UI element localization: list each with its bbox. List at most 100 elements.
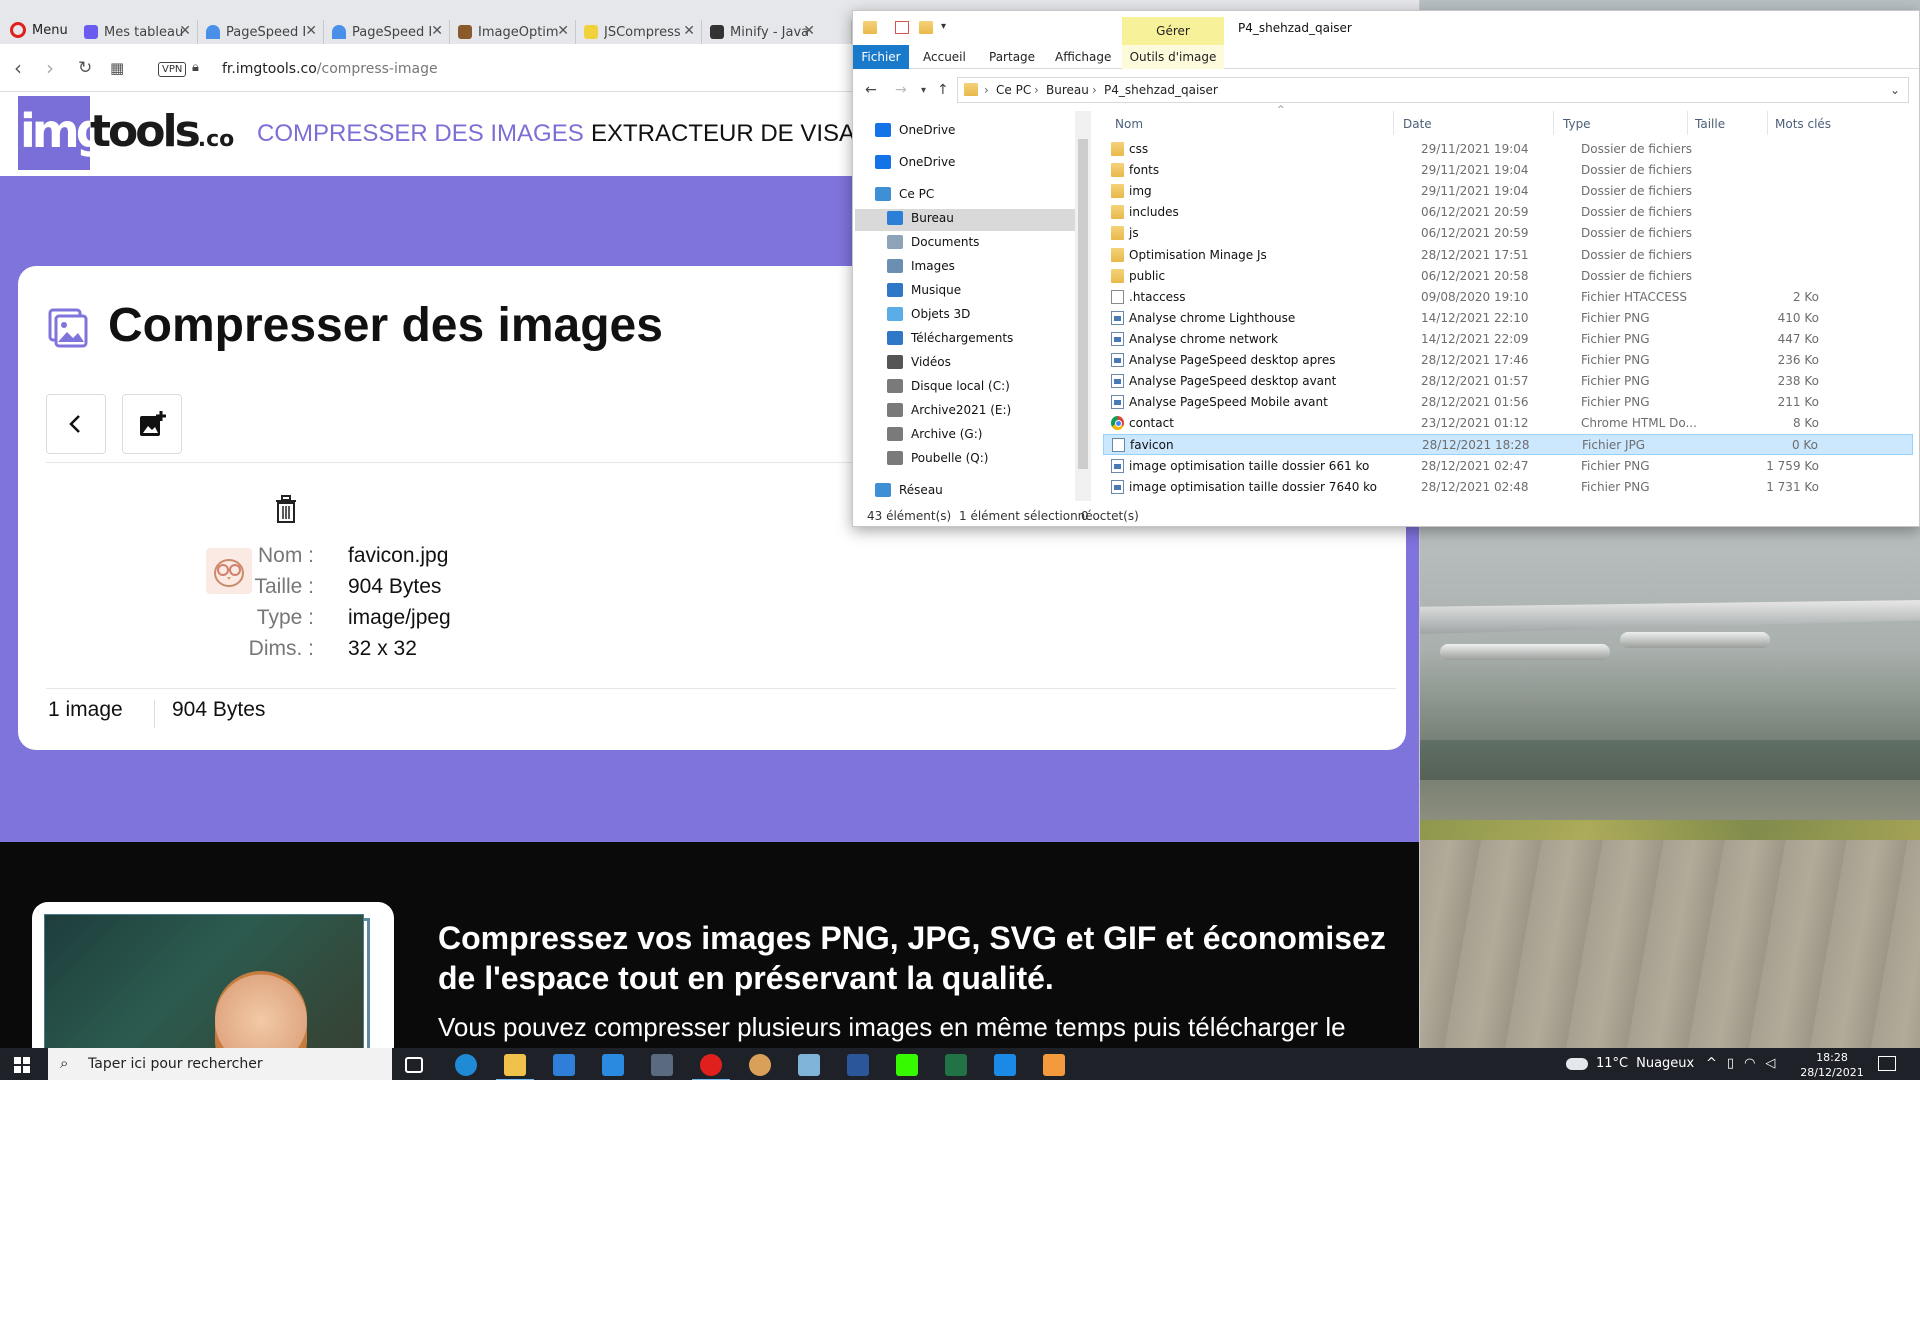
tree-item[interactable]: Images bbox=[887, 255, 955, 277]
weather-widget[interactable]: 11°C Nuageux bbox=[1566, 1056, 1694, 1071]
tree-item[interactable]: Téléchargements bbox=[887, 327, 1013, 349]
tree-item[interactable]: Bureau bbox=[887, 207, 954, 229]
file-row[interactable]: public 06/12/2021 20:58 Dossier de fichier… bbox=[1103, 266, 1913, 287]
file-row[interactable]: .htaccess 09/08/2020 19:10 Fichier HTACCES… bbox=[1103, 287, 1913, 308]
breadcrumb-item[interactable]: P4_shehzad_qaiser bbox=[1104, 83, 1218, 97]
file-row[interactable]: css 29/11/2021 19:04 Dossier de fichiers bbox=[1103, 139, 1913, 160]
browser-tab[interactable]: JSCompress ✕ bbox=[576, 20, 702, 44]
notification-icon[interactable] bbox=[1878, 1056, 1896, 1071]
file-row[interactable]: Optimisation Minage Js 28/12/2021 17:51 Do… bbox=[1103, 245, 1913, 266]
tab-close-icon[interactable]: ✕ bbox=[179, 23, 191, 39]
tree-item[interactable]: OneDrive bbox=[875, 119, 955, 141]
windows-start-icon[interactable] bbox=[14, 1057, 30, 1073]
file-row[interactable]: Analyse PageSpeed desktop apres 28/12/202… bbox=[1103, 350, 1913, 371]
browser-tab[interactable]: Minify - JavaS ✕ bbox=[702, 20, 852, 44]
chevron-down-icon[interactable]: ⌄ bbox=[1890, 83, 1900, 97]
ribbon-tab-home[interactable]: Accueil bbox=[923, 50, 966, 64]
calculator-icon[interactable] bbox=[651, 1054, 673, 1076]
back-arrow-icon[interactable]: ‹ bbox=[14, 56, 22, 80]
ribbon-tab-share[interactable]: Partage bbox=[989, 50, 1035, 64]
site-logo-wordmark[interactable]: tools.co bbox=[90, 106, 234, 157]
qat-dropdown-icon[interactable]: ▾ bbox=[941, 21, 946, 32]
site-logo[interactable]: img bbox=[18, 96, 109, 170]
new-folder-icon[interactable] bbox=[919, 21, 933, 34]
forward-arrow-icon[interactable]: › bbox=[46, 56, 54, 80]
file-row[interactable]: img 29/11/2021 19:04 Dossier de fichiers bbox=[1103, 181, 1913, 202]
forward-arrow-icon[interactable]: → bbox=[895, 82, 907, 98]
tree-item[interactable]: Ce PC bbox=[875, 183, 934, 205]
vpn-badge[interactable]: VPN bbox=[158, 62, 187, 77]
speed-dial-icon[interactable]: ▦ bbox=[110, 59, 124, 77]
column-date[interactable]: Date bbox=[1403, 117, 1432, 131]
file-row[interactable]: Analyse PageSpeed Mobile avant 28/12/2021… bbox=[1103, 392, 1913, 413]
browser-menu-button[interactable]: Menu bbox=[10, 22, 68, 38]
add-image-button[interactable] bbox=[122, 394, 182, 454]
file-row[interactable]: contact 23/12/2021 01:12 Chrome HTML Do...… bbox=[1103, 413, 1913, 434]
tree-item[interactable]: Vidéos bbox=[887, 351, 951, 373]
browser-tab[interactable]: ImageOptim ✕ bbox=[450, 20, 576, 44]
mail-icon[interactable] bbox=[602, 1054, 624, 1076]
tree-item[interactable]: Documents bbox=[887, 231, 979, 253]
file-row[interactable]: includes 06/12/2021 20:59 Dossier de fichi… bbox=[1103, 202, 1913, 223]
column-size[interactable]: Taille bbox=[1695, 117, 1725, 131]
properties-icon[interactable] bbox=[895, 21, 909, 34]
tab-close-icon[interactable]: ✕ bbox=[557, 23, 569, 39]
column-separator[interactable] bbox=[1687, 111, 1688, 135]
file-row[interactable]: image optimisation taille dossier 7640 k… bbox=[1103, 477, 1913, 498]
ribbon-tab-file[interactable]: Fichier bbox=[853, 45, 909, 69]
tree-item[interactable]: Réseau bbox=[875, 479, 943, 501]
tab-close-icon[interactable]: ✕ bbox=[683, 23, 695, 39]
file-row[interactable]: favicon 28/12/2021 18:28 Fichier JPG 0 Ko bbox=[1103, 434, 1913, 456]
column-separator[interactable] bbox=[1393, 111, 1394, 135]
url-field[interactable]: fr.imgtools.co/compress-image bbox=[222, 61, 438, 77]
ribbon-tab-view[interactable]: Affichage bbox=[1055, 50, 1111, 64]
navigation-scrollbar[interactable] bbox=[1075, 111, 1091, 501]
scrollbar-thumb[interactable] bbox=[1078, 139, 1088, 469]
word-icon[interactable] bbox=[847, 1054, 869, 1076]
tab-close-icon[interactable]: ✕ bbox=[305, 23, 317, 39]
browser-tab[interactable]: PageSpeed In ✕ bbox=[198, 20, 324, 44]
tree-item[interactable]: Archive2021 (E:) bbox=[887, 399, 1011, 421]
taskbar-search[interactable]: ⌕ Taper ici pour rechercher bbox=[48, 1048, 392, 1080]
column-name[interactable]: Nom bbox=[1115, 117, 1143, 131]
trash-icon[interactable] bbox=[273, 494, 299, 524]
tree-item[interactable]: Poubelle (Q:) bbox=[887, 447, 988, 469]
reload-icon[interactable]: ↻ bbox=[78, 58, 92, 78]
column-type[interactable]: Type bbox=[1563, 117, 1591, 131]
file-row[interactable]: Analyse chrome Lighthouse 14/12/2021 22:1… bbox=[1103, 308, 1913, 329]
back-arrow-icon[interactable]: ← bbox=[865, 82, 877, 98]
tree-item[interactable]: Objets 3D bbox=[887, 303, 970, 325]
tab-close-icon[interactable]: ✕ bbox=[431, 23, 443, 39]
excel-icon[interactable] bbox=[945, 1054, 967, 1076]
back-button[interactable] bbox=[46, 394, 106, 454]
vscode-icon[interactable] bbox=[994, 1054, 1016, 1076]
column-separator[interactable] bbox=[1767, 111, 1768, 135]
breadcrumb-item[interactable]: Bureau bbox=[1046, 83, 1089, 97]
browser-tab[interactable]: PageSpeed In ✕ bbox=[324, 20, 450, 44]
task-view-icon[interactable] bbox=[405, 1057, 423, 1073]
notes-icon[interactable] bbox=[798, 1054, 820, 1076]
breadcrumb-item[interactable]: Ce PC bbox=[996, 83, 1031, 97]
file-row[interactable]: image optimisation taille dossier 661 ko… bbox=[1103, 456, 1913, 477]
tree-item[interactable]: Musique bbox=[887, 279, 961, 301]
volume-icon[interactable]: ◁ bbox=[1765, 1056, 1775, 1071]
browser-tab[interactable]: Mes tableaux ✕ bbox=[76, 20, 198, 44]
breadcrumb[interactable]: › Ce PC › Bureau › P4_shehzad_qaiser ⌄ bbox=[957, 77, 1909, 103]
column-separator[interactable] bbox=[1553, 111, 1554, 135]
tree-item[interactable]: OneDrive bbox=[875, 151, 955, 173]
store-icon[interactable] bbox=[553, 1054, 575, 1076]
manage-context-tab[interactable]: Gérer bbox=[1122, 17, 1224, 45]
file-explorer-icon[interactable] bbox=[496, 1054, 534, 1080]
clock[interactable]: 18:28 28/12/2021 bbox=[1798, 1050, 1866, 1080]
nav-compress-images[interactable]: COMPRESSER DES IMAGES bbox=[257, 120, 584, 148]
up-arrow-icon[interactable]: ↑ bbox=[937, 82, 949, 98]
edge-icon[interactable] bbox=[455, 1054, 477, 1076]
opera-icon[interactable] bbox=[692, 1054, 730, 1080]
battery-icon[interactable]: ▯ bbox=[1727, 1056, 1734, 1071]
lock-icon[interactable]: 🔒︎ bbox=[192, 60, 199, 75]
file-row[interactable]: Analyse chrome network 14/12/2021 22:09 Fi… bbox=[1103, 329, 1913, 350]
paint-icon[interactable] bbox=[749, 1054, 771, 1076]
dreamweaver-icon[interactable] bbox=[896, 1054, 918, 1076]
recent-dropdown-icon[interactable]: ▾ bbox=[921, 85, 926, 96]
file-row[interactable]: js 06/12/2021 20:59 Dossier de fichiers bbox=[1103, 223, 1913, 244]
